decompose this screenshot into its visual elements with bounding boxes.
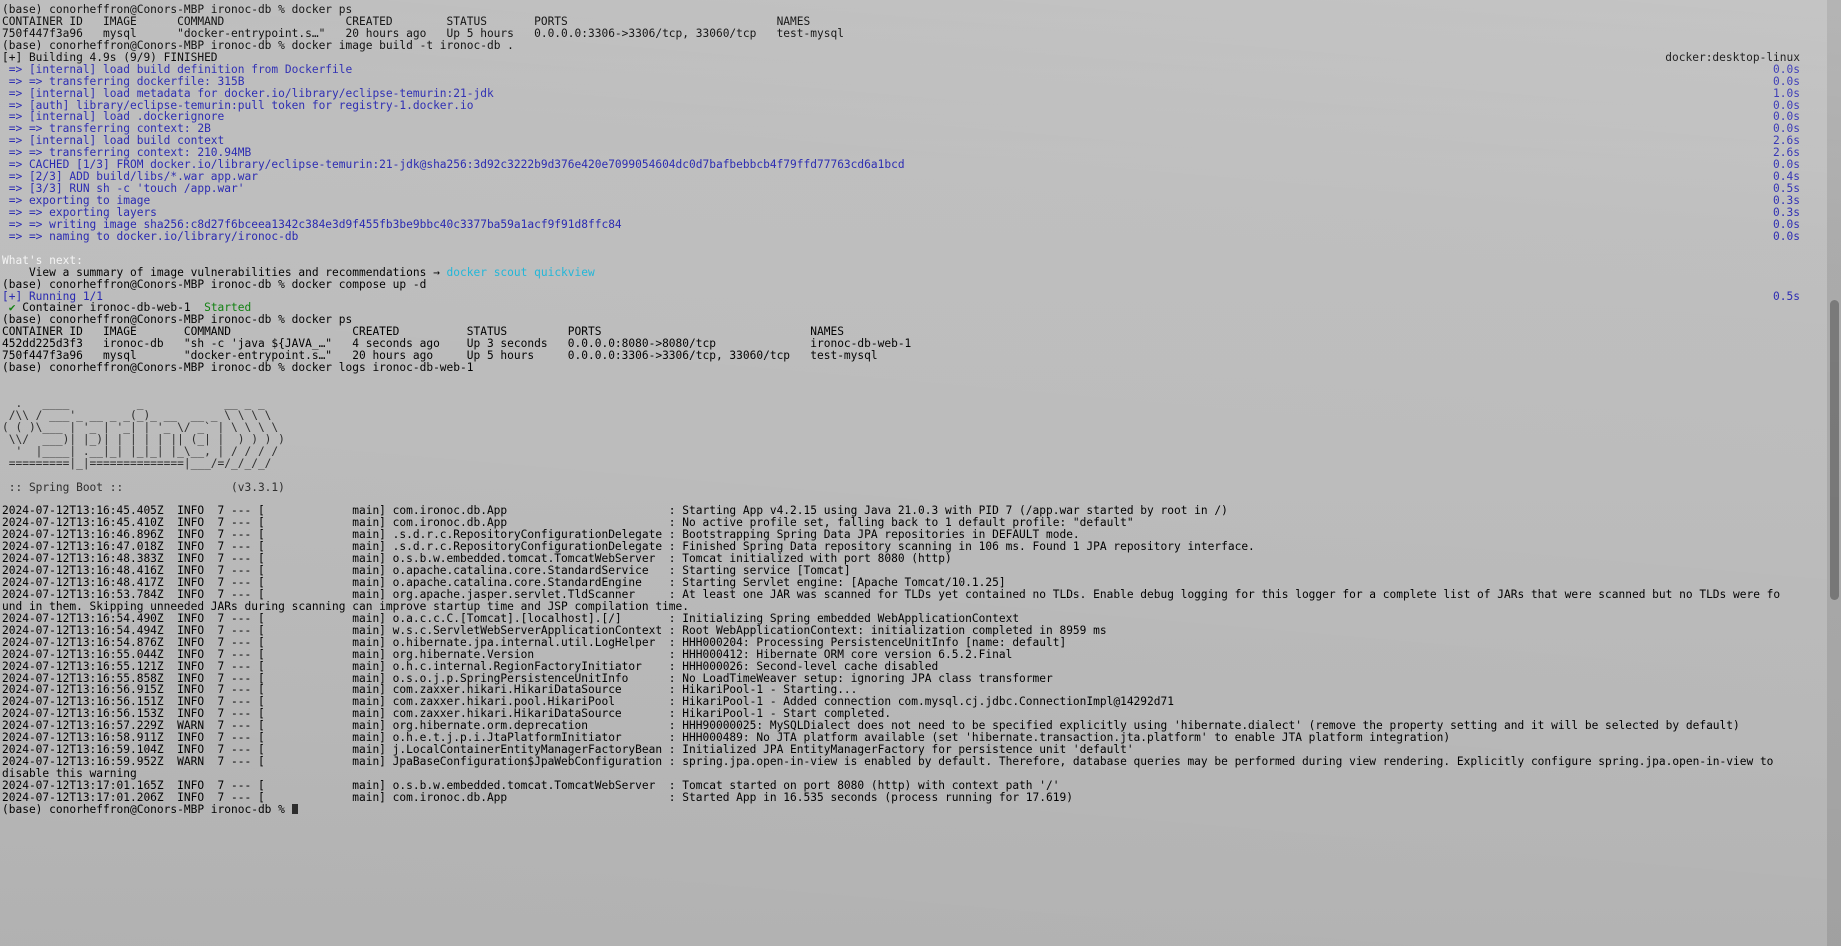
build-step-line: => => naming to docker.io/library/ironoc…: [2, 229, 1841, 243]
build-step-line: => CACHED [1/3] FROM docker.io/library/e…: [2, 159, 1841, 171]
terminal-window[interactable]: (base) conorheffron@Conors-MBP ironoc-db…: [0, 0, 1841, 946]
shell-command: docker image build -t ironoc-db .: [291, 38, 514, 52]
terminal-prompt-line: (base) conorheffron@Conors-MBP ironoc-db…: [2, 277, 1841, 291]
terminal-prompt-line: (base) conorheffron@Conors-MBP ironoc-db…: [2, 362, 1841, 374]
build-step-line: => => transferring context: 2B 0.0s: [2, 123, 1841, 135]
terminal-output: (base) conorheffron@Conors-MBP ironoc-db…: [2, 4, 1841, 816]
build-step-duration: 0.0s: [1773, 62, 1800, 76]
spring-boot-banner-line: [2, 386, 1841, 398]
terminal-prompt-line-active: (base) conorheffron@Conors-MBP ironoc-db…: [2, 802, 1841, 816]
build-step-line: => [3/3] RUN sh -c 'touch /app.war' 0.5s: [2, 183, 1841, 195]
blank-line: [2, 243, 1841, 255]
banner-text: =========|_|==============|___/=/_/_/_/: [2, 456, 272, 470]
terminal-prompt-line: (base) conorheffron@Conors-MBP ironoc-db…: [2, 38, 1841, 52]
shell-command: docker compose up -d: [291, 277, 427, 291]
shell-command: docker logs ironoc-db-web-1: [291, 361, 474, 375]
build-step-line: => [internal] load .dockerignore 0.0s: [2, 111, 1841, 123]
spring-boot-banner-line: =========|_|==============|___/=/_/_/_/: [2, 456, 1841, 470]
terminal-scrollbar[interactable]: [1827, 0, 1841, 946]
compose-running-line: [+] Running 1/1 0.5s: [2, 289, 1841, 303]
scrollbar-thumb[interactable]: [1830, 300, 1839, 600]
build-step-duration: 0.0s: [1773, 229, 1800, 243]
build-target-label: docker:desktop-linux: [1665, 50, 1800, 64]
build-step-duration: 0.0s: [1773, 74, 1800, 88]
build-step-line: => [2/3] ADD build/libs/*.war app.war 0.4…: [2, 171, 1841, 183]
app-log-line: 2024-07-12T13:16:59.952Z WARN 7 --- [ ma…: [2, 756, 1841, 768]
build-step-line: => exporting to image 0.3s: [2, 195, 1841, 207]
scout-quickview-link[interactable]: docker scout quickview: [447, 266, 595, 279]
build-step-text: => => naming to docker.io/library/ironoc…: [2, 229, 299, 243]
text-cursor: [291, 803, 299, 814]
shell-prompt: (base) conorheffron@Conors-MBP ironoc-db…: [2, 361, 292, 375]
build-step-duration: 1.0s: [1773, 86, 1800, 100]
blank-line: [2, 374, 1841, 386]
build-step-line: => [internal] load build context 2.6s: [2, 135, 1841, 147]
shell-prompt: (base) conorheffron@Conors-MBP ironoc-db…: [2, 802, 292, 816]
compose-running-duration: 0.5s: [1773, 289, 1800, 303]
build-step-line: => [auth] library/eclipse-temurin:pull t…: [2, 99, 1841, 112]
spring-boot-banner-line: :: Spring Boot :: (v3.3.1): [2, 480, 1841, 494]
spring-boot-banner-line: ' |____| .__|_| |_|_| |_\__, | / / / /: [2, 445, 1841, 458]
build-step-line: => [internal] load build definition from…: [2, 62, 1841, 76]
log-entry-text: 2024-07-12T13:16:59.952Z WARN 7 --- [ ma…: [2, 755, 1774, 769]
spring-boot-banner-line: . ____ _ __ _ _: [2, 397, 1841, 410]
banner-text: :: Spring Boot :: (v3.3.1): [2, 480, 285, 494]
